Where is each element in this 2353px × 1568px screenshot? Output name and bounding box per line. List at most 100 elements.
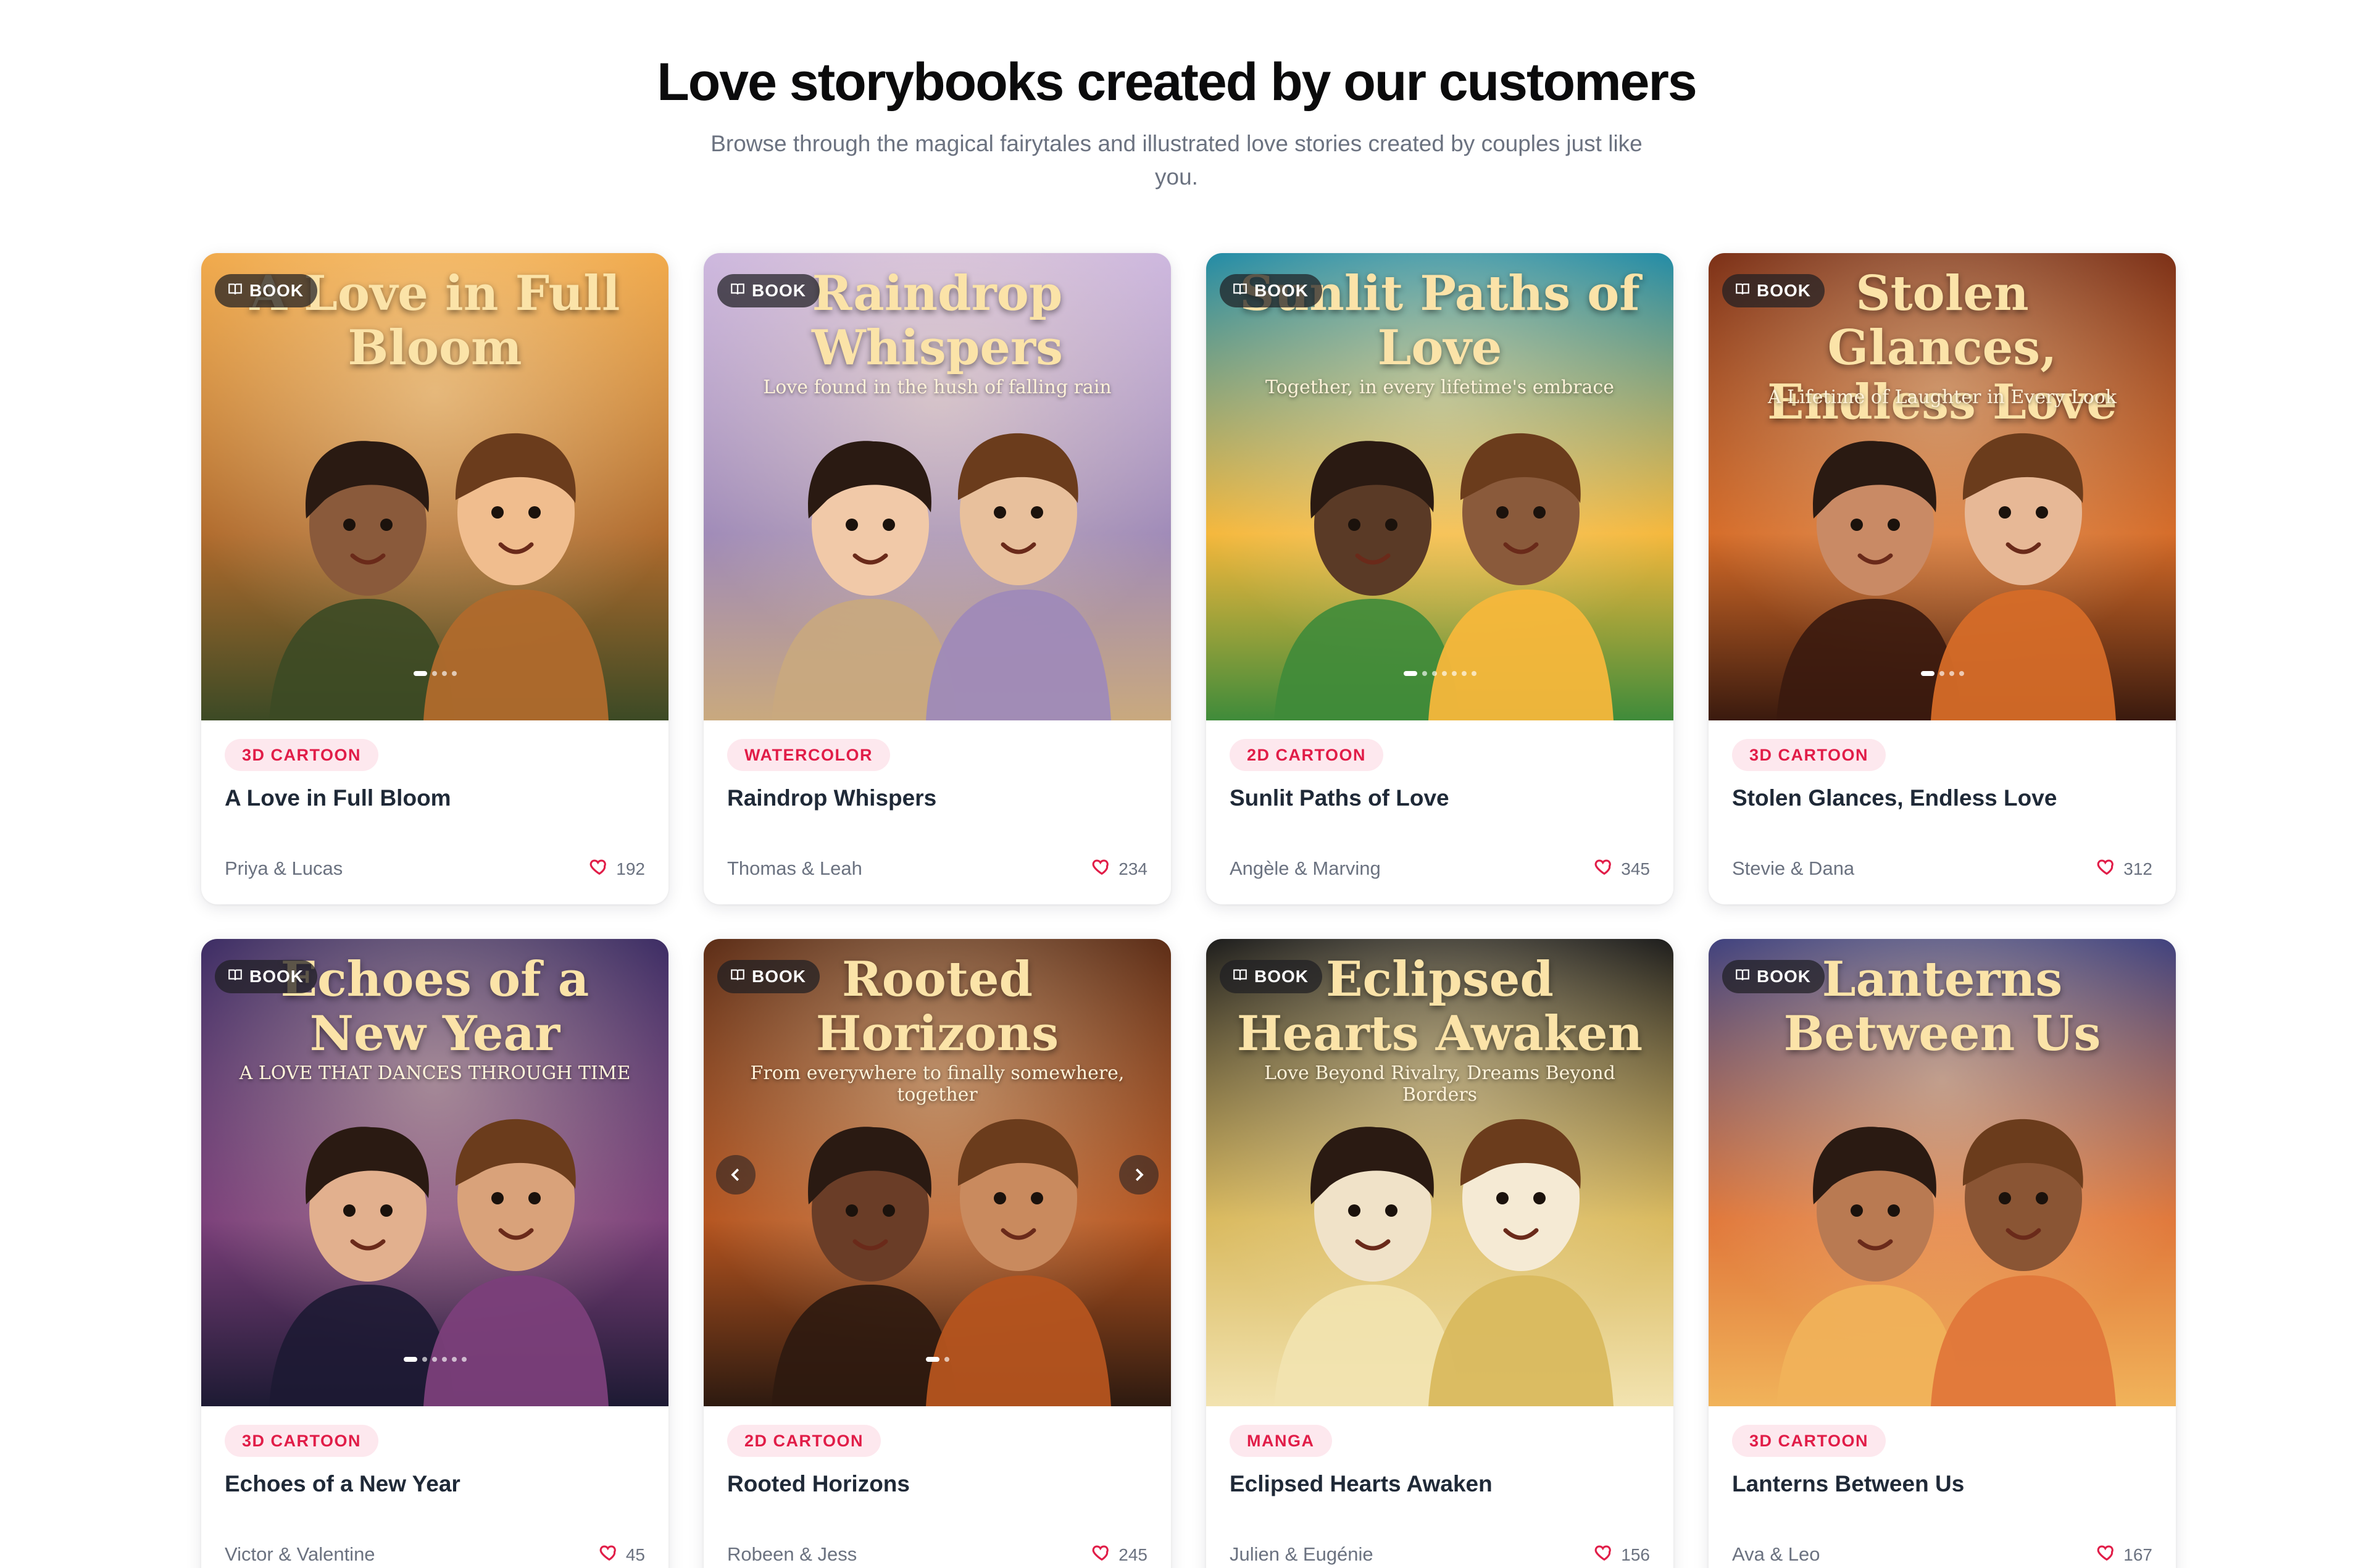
heart-icon	[1594, 1542, 1615, 1567]
carousel-dot[interactable]	[413, 671, 427, 676]
like-button[interactable]: 245	[1091, 1542, 1147, 1567]
book-title[interactable]: Sunlit Paths of Love	[1230, 785, 1449, 811]
carousel-dot[interactable]	[451, 1357, 457, 1362]
carousel-dot[interactable]	[925, 1357, 939, 1362]
book-title[interactable]: Lanterns Between Us	[1732, 1471, 1964, 1497]
card-info: 3D CARTOON Echoes of a New Year Victor &…	[201, 1406, 668, 1568]
storybook-card[interactable]: Echoes of a New Year A LOVE THAT DANCES …	[201, 939, 668, 1568]
book-badge: BOOK	[1220, 960, 1322, 993]
like-count: 234	[1118, 859, 1147, 878]
chevron-left-icon	[731, 1168, 739, 1182]
heart-icon	[2096, 1542, 2117, 1567]
page-subtitle: Browse through the magical fairytales an…	[710, 131, 1643, 190]
like-button[interactable]: 192	[589, 856, 645, 882]
heart-icon	[2096, 856, 2117, 882]
book-cover[interactable]: Echoes of a New Year A LOVE THAT DANCES …	[201, 939, 668, 1406]
carousel-dot[interactable]	[451, 671, 457, 676]
book-title[interactable]: Raindrop Whispers	[727, 785, 936, 811]
book-title[interactable]: A Love in Full Bloom	[225, 785, 451, 811]
book-cover[interactable]: Stolen Glances, Endless Love A Lifetime …	[1709, 253, 2176, 720]
book-badge: BOOK	[717, 960, 820, 993]
carousel-dot[interactable]	[1939, 671, 1944, 676]
style-tag: MANGA	[1230, 1425, 1332, 1457]
book-badge-label: BOOK	[1757, 967, 1811, 986]
book-cover[interactable]: A Love in Full Bloom BOOK	[201, 253, 668, 720]
book-cover[interactable]: Sunlit Paths of Love Together, in every …	[1206, 253, 1673, 720]
like-button[interactable]: 234	[1091, 856, 1147, 882]
like-button[interactable]: 345	[1594, 856, 1650, 882]
carousel-dots	[201, 671, 668, 676]
book-badge-label: BOOK	[1254, 281, 1309, 300]
book-badge: BOOK	[1220, 274, 1322, 307]
like-button[interactable]: 167	[2096, 1542, 2152, 1567]
carousel-dot[interactable]	[403, 1357, 417, 1362]
like-count: 312	[2123, 859, 2152, 878]
storybook-card[interactable]: Eclipsed Hearts Awaken Love Beyond Rival…	[1206, 939, 1673, 1568]
book-badge-label: BOOK	[752, 967, 806, 986]
book-title[interactable]: Rooted Horizons	[727, 1471, 910, 1497]
cover-subtitle: Love found in the hush of falling rain	[763, 377, 1112, 398]
like-button[interactable]: 45	[599, 1542, 645, 1567]
carousel-dot[interactable]	[431, 671, 437, 676]
carousel-dots	[1206, 671, 1673, 676]
carousel-dot[interactable]	[1403, 671, 1417, 676]
cover-subtitle: Together, in every lifetime's embrace	[1265, 377, 1614, 398]
cover-subtitle: From everywhere to finally somewhere, to…	[750, 1062, 1125, 1106]
book-cover[interactable]: Lanterns Between Us BOOK	[1709, 939, 2176, 1406]
cover-subtitle: A LOVE THAT DANCES THROUGH TIME	[239, 1062, 631, 1084]
card-info: WATERCOLOR Raindrop Whispers Thomas & Le…	[704, 720, 1171, 904]
card-info: 3D CARTOON A Love in Full Bloom Priya & …	[201, 720, 668, 904]
book-title[interactable]: Stolen Glances, Endless Love	[1732, 785, 2057, 811]
style-tag: 3D CARTOON	[1732, 1425, 1886, 1457]
book-icon	[730, 967, 746, 987]
book-authors: Robeen & Jess	[727, 1543, 857, 1565]
book-cover[interactable]: Raindrop Whispers Love found in the hush…	[704, 253, 1171, 720]
style-tag: 2D CARTOON	[1230, 739, 1384, 771]
next-slide-button[interactable]	[1119, 1155, 1159, 1195]
storybook-grid: A Love in Full Bloom BOOK 3D CARTOON A L…	[201, 253, 2176, 1568]
carousel-dot[interactable]	[461, 1357, 467, 1362]
storybook-card[interactable]: A Love in Full Bloom BOOK 3D CARTOON A L…	[201, 253, 668, 904]
book-badge-label: BOOK	[1254, 967, 1309, 986]
style-tag: WATERCOLOR	[727, 739, 890, 771]
book-title[interactable]: Echoes of a New Year	[225, 1471, 460, 1497]
carousel-dot[interactable]	[422, 1357, 427, 1362]
like-count: 192	[616, 859, 645, 878]
book-cover[interactable]: Eclipsed Hearts Awaken Love Beyond Rival…	[1206, 939, 1673, 1406]
carousel-dot[interactable]	[1471, 671, 1476, 676]
book-badge: BOOK	[1722, 960, 1825, 993]
carousel-dot[interactable]	[1461, 671, 1467, 676]
carousel-dot[interactable]	[1959, 671, 1964, 676]
carousel-dot[interactable]	[1422, 671, 1427, 676]
style-tag: 3D CARTOON	[225, 1425, 379, 1457]
carousel-dot[interactable]	[944, 1357, 949, 1362]
carousel-dot[interactable]	[1920, 671, 1934, 676]
style-tag: 3D CARTOON	[225, 739, 379, 771]
storybook-card[interactable]: Raindrop Whispers Love found in the hush…	[704, 253, 1171, 904]
prev-slide-button[interactable]	[716, 1155, 756, 1195]
carousel-dot[interactable]	[1441, 671, 1447, 676]
book-badge-label: BOOK	[249, 967, 304, 986]
storybook-card[interactable]: Sunlit Paths of Love Together, in every …	[1206, 253, 1673, 904]
book-icon	[1232, 281, 1248, 301]
carousel-dot[interactable]	[1451, 671, 1457, 676]
like-button[interactable]: 156	[1594, 1542, 1650, 1567]
page-title: Love storybooks created by our customers	[657, 52, 1697, 112]
book-badge-label: BOOK	[752, 281, 806, 300]
carousel-dot[interactable]	[1431, 671, 1437, 676]
book-title[interactable]: Eclipsed Hearts Awaken	[1230, 1471, 1493, 1497]
cover-subtitle: Love Beyond Rivalry, Dreams Beyond Borde…	[1264, 1062, 1615, 1106]
carousel-dot[interactable]	[1949, 671, 1954, 676]
carousel-dot[interactable]	[431, 1357, 437, 1362]
storybook-card[interactable]: Lanterns Between Us BOOK 3D CARTOON Lant…	[1709, 939, 2176, 1568]
storybook-card[interactable]: Stolen Glances, Endless Love A Lifetime …	[1709, 253, 2176, 904]
like-button[interactable]: 312	[2096, 856, 2152, 882]
carousel-dot[interactable]	[441, 1357, 447, 1362]
heart-icon	[1091, 1542, 1112, 1567]
style-tag: 2D CARTOON	[727, 1425, 881, 1457]
heart-icon	[1091, 856, 1112, 882]
carousel-dot[interactable]	[441, 671, 447, 676]
like-count: 245	[1118, 1545, 1147, 1564]
storybook-card[interactable]: Rooted Horizons From everywhere to final…	[704, 939, 1171, 1568]
book-cover[interactable]: Rooted Horizons From everywhere to final…	[704, 939, 1171, 1406]
